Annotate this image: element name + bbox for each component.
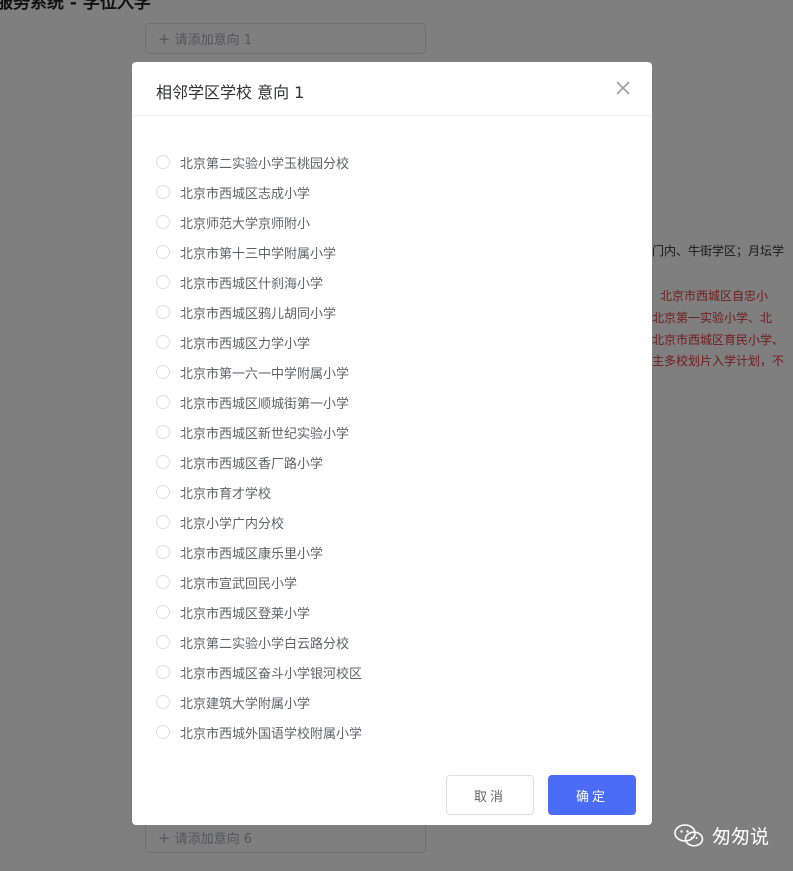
- radio-icon[interactable]: [156, 185, 170, 199]
- school-option-label: 北京市第十三中学附属小学: [180, 246, 337, 262]
- school-option[interactable]: 北京市西城区登莱小学: [156, 597, 362, 627]
- school-option[interactable]: 北京建筑大学附属小学: [156, 687, 362, 717]
- school-option-label: 北京建筑大学附属小学: [180, 696, 311, 712]
- school-option-label: 北京市西城区康乐里小学: [180, 546, 324, 562]
- school-option-label: 北京市西城区奋斗小学银河校区: [180, 666, 363, 682]
- school-option[interactable]: 北京市西城区香厂路小学: [156, 447, 362, 477]
- watermark-text: 匆匆说: [712, 826, 770, 848]
- radio-icon[interactable]: [156, 395, 170, 409]
- radio-icon[interactable]: [156, 545, 170, 559]
- radio-icon[interactable]: [156, 245, 170, 259]
- radio-icon[interactable]: [156, 605, 170, 619]
- school-option[interactable]: 北京市西城区力学小学: [156, 327, 362, 357]
- school-select-dialog: 相邻学区学校 意向 1 北京第二实验小学玉桃园分校 北京市西城区志成小学 北京师范大…: [132, 62, 652, 825]
- dialog-title: 相邻学区学校 意向 1: [156, 83, 305, 102]
- radio-icon[interactable]: [156, 635, 170, 649]
- school-option-label: 北京市西城区力学小学: [180, 336, 311, 352]
- school-option[interactable]: 北京市西城外国语学校附属小学: [156, 717, 362, 747]
- school-option[interactable]: 北京市西城区志成小学: [156, 177, 362, 207]
- school-option[interactable]: 北京市第十三中学附属小学: [156, 237, 362, 267]
- radio-icon[interactable]: [156, 215, 170, 229]
- school-option-label: 北京市西城外国语学校附属小学: [180, 726, 363, 742]
- radio-icon[interactable]: [156, 305, 170, 319]
- school-option-label: 北京第二实验小学玉桃园分校: [180, 156, 350, 172]
- radio-icon[interactable]: [156, 575, 170, 589]
- school-option-label: 北京市西城区鸦儿胡同小学: [180, 306, 337, 322]
- school-option[interactable]: 北京市第一六一中学附属小学: [156, 357, 362, 387]
- school-option[interactable]: 北京市西城区新世纪实验小学: [156, 417, 362, 447]
- radio-icon[interactable]: [156, 335, 170, 349]
- school-option[interactable]: 北京小学广内分校: [156, 507, 362, 537]
- school-option-label: 北京师范大学京师附小: [180, 216, 311, 232]
- school-option-label: 北京市西城区香厂路小学: [180, 456, 324, 472]
- close-icon: [616, 81, 630, 95]
- school-option[interactable]: 北京市宣武回民小学: [156, 567, 362, 597]
- school-radio-group: 北京第二实验小学玉桃园分校 北京市西城区志成小学 北京师范大学京师附小北京市第十三中…: [156, 147, 362, 747]
- radio-icon[interactable]: [156, 425, 170, 439]
- school-option[interactable]: 北京市西城区顺城街第一小学: [156, 387, 362, 417]
- radio-icon[interactable]: [156, 275, 170, 289]
- watermark: 匆匆说: [674, 822, 769, 849]
- radio-icon[interactable]: [156, 455, 170, 469]
- school-option[interactable]: 北京师范大学京师附小: [156, 207, 362, 237]
- school-option-label: 北京第二实验小学白云路分校: [180, 636, 350, 652]
- school-option[interactable]: 北京第二实验小学玉桃园分校: [156, 147, 362, 177]
- school-option[interactable]: 北京市西城区康乐里小学: [156, 537, 362, 567]
- school-option-label: 北京市育才学校: [180, 486, 272, 502]
- radio-icon[interactable]: [156, 485, 170, 499]
- radio-icon[interactable]: [156, 665, 170, 679]
- school-option-label: 北京市第一六一中学附属小学: [180, 366, 350, 382]
- school-option-label: 北京市西城区登莱小学: [180, 606, 311, 622]
- school-option[interactable]: 北京市西城区鸦儿胡同小学: [156, 297, 362, 327]
- school-option-label: 北京市西城区顺城街第一小学: [180, 396, 350, 412]
- school-option-label: 北京小学广内分校: [180, 516, 285, 532]
- confirm-button[interactable]: 确定: [548, 775, 636, 815]
- close-button[interactable]: [614, 79, 632, 97]
- school-option-label: 北京市西城区志成小学: [180, 186, 311, 202]
- radio-icon[interactable]: [156, 365, 170, 379]
- school-option[interactable]: 北京市西城区什刹海小学: [156, 267, 362, 297]
- radio-icon[interactable]: [156, 695, 170, 709]
- cancel-button[interactable]: 取消: [446, 775, 534, 815]
- wechat-icon: [674, 823, 704, 847]
- radio-icon[interactable]: [156, 515, 170, 529]
- school-option-label: 北京市西城区新世纪实验小学: [180, 426, 350, 442]
- dialog-header: 相邻学区学校 意向 1: [132, 62, 652, 116]
- radio-icon[interactable]: [156, 725, 170, 739]
- school-option[interactable]: 北京第二实验小学白云路分校: [156, 627, 362, 657]
- school-option[interactable]: 北京市育才学校: [156, 477, 362, 507]
- school-option[interactable]: 北京市西城区奋斗小学银河校区: [156, 657, 362, 687]
- school-option-label: 北京市西城区什刹海小学: [180, 276, 324, 292]
- school-option-label: 北京市宣武回民小学: [180, 576, 298, 592]
- radio-icon[interactable]: [156, 155, 170, 169]
